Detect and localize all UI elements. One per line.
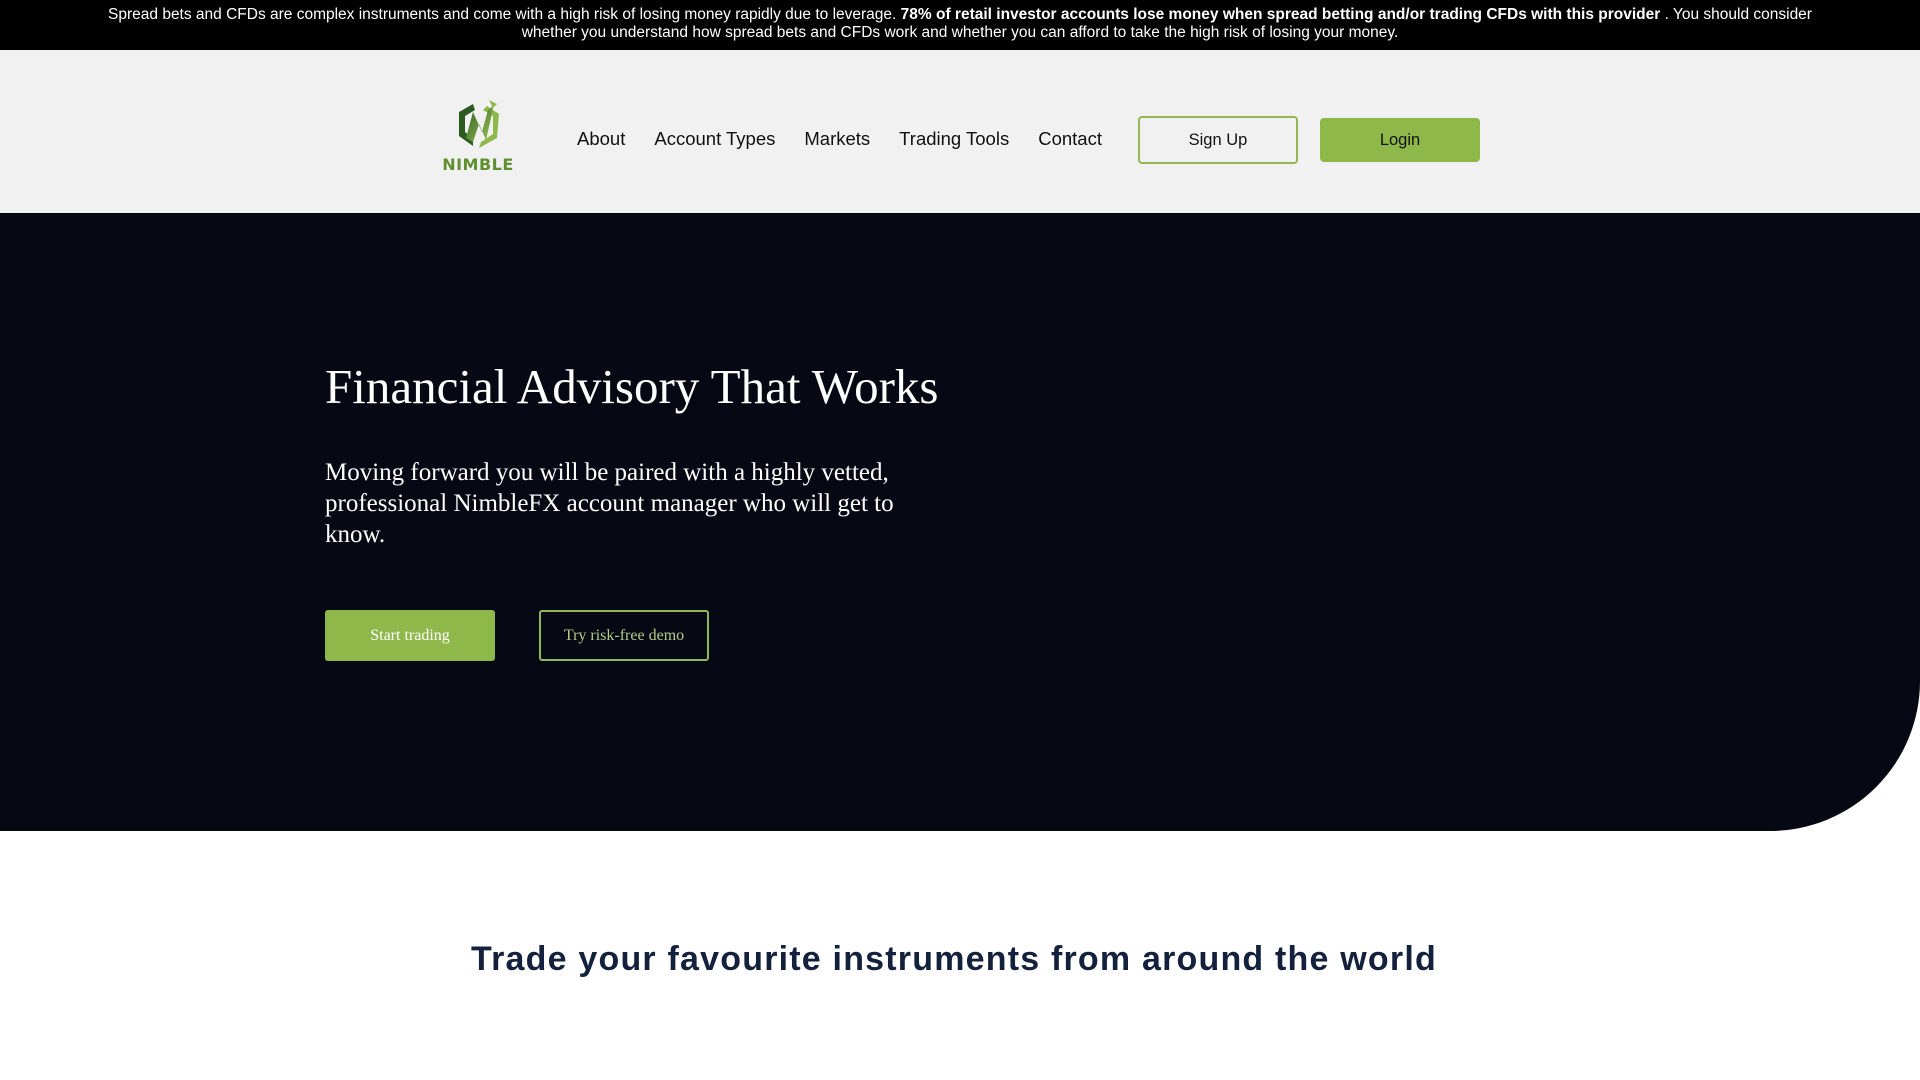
risk-warning-statistic: 78% of retail investor accounts lose mon… — [900, 6, 1661, 23]
instruments-section-title: Trade your favourite instruments from ar… — [471, 940, 1437, 978]
nav-markets[interactable]: Markets — [804, 128, 870, 150]
logo[interactable]: NIMBLE — [438, 98, 518, 178]
risk-warning-text: Spread bets and CFDs are complex instrum… — [108, 6, 901, 23]
nav-account-types[interactable]: Account Types — [654, 128, 775, 150]
nav-trading-tools[interactable]: Trading Tools — [899, 128, 1009, 150]
nimble-logo-icon — [459, 100, 499, 148]
hero-subtitle: Moving forward you will be paired with a… — [325, 459, 894, 548]
try-demo-button[interactable]: Try risk-free demo — [539, 610, 709, 661]
start-trading-button[interactable]: Start trading — [325, 610, 495, 661]
sign-up-button[interactable]: Sign Up — [1138, 116, 1298, 164]
login-button[interactable]: Login — [1320, 118, 1480, 162]
hero-section: Financial Advisory That Works Moving for… — [0, 213, 1920, 831]
nav-about[interactable]: About — [577, 128, 625, 150]
nav-contact[interactable]: Contact — [1038, 128, 1102, 150]
main-nav: About Account Types Markets Trading Tool… — [577, 128, 1131, 150]
hero-title: Financial Advisory That Works — [325, 359, 939, 414]
site-header: NIMBLE About Account Types Markets Tradi… — [0, 50, 1920, 213]
logo-text: NIMBLE — [442, 155, 514, 174]
risk-warning-banner: Spread bets and CFDs are complex instrum… — [0, 0, 1920, 50]
